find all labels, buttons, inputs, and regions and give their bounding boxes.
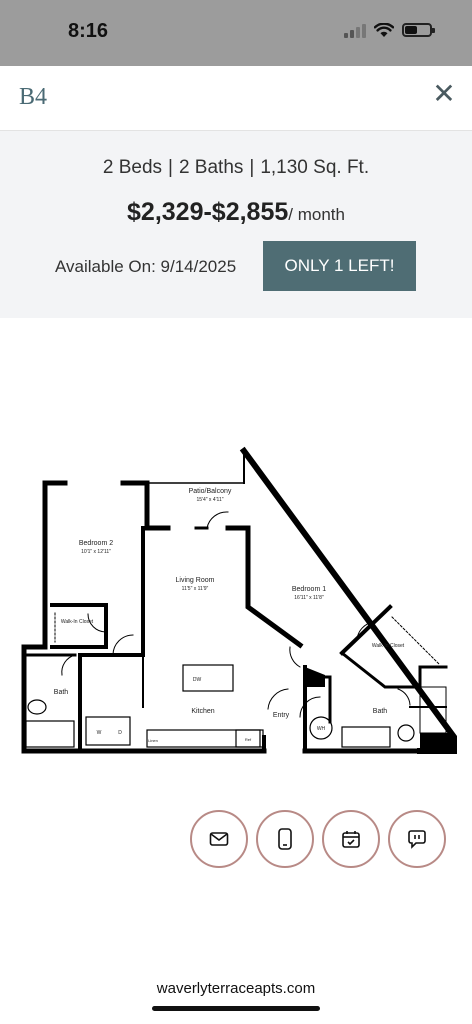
wifi-icon — [374, 22, 394, 37]
status-time: 8:16 — [68, 20, 109, 42]
close-button[interactable]: ✕ — [432, 80, 456, 108]
divider: | — [168, 157, 173, 178]
label-living-room: Living Room — [176, 577, 215, 584]
label-refrigerator: Ref — [245, 737, 252, 742]
schedule-tour-button[interactable] — [322, 810, 380, 868]
label-kitchen: Kitchen — [191, 708, 214, 715]
chat-button[interactable] — [388, 810, 446, 868]
browser-bottom-bar: waverlyterraceapts.com — [0, 966, 472, 1024]
label-patio-dim: 15'4" x 4'11" — [196, 497, 223, 503]
call-button[interactable] — [256, 810, 314, 868]
only-left-button[interactable]: ONLY 1 LEFT! — [263, 241, 416, 291]
label-linen: Linen — [148, 738, 158, 743]
floorplan-image: Patio/Balcony 15'4" x 4'11" Bedroom 2 10… — [21, 446, 457, 754]
square-footage: 1,130 Sq. Ft. — [260, 157, 370, 178]
unit-title: B4 — [19, 84, 48, 110]
floorplan-area: Patio/Balcony 15'4" x 4'11" Bedroom 2 10… — [0, 317, 472, 867]
email-icon — [209, 832, 229, 846]
floorplan-modal: B4 ✕ 2 Beds | 2 Baths | 1,130 Sq. Ft. $2,329… — [0, 66, 472, 966]
label-patio: Patio/Balcony — [189, 488, 232, 495]
label-walkin-closet-right: Walk-In Closet — [372, 643, 405, 649]
label-dishwasher: DW — [193, 677, 202, 683]
home-indicator[interactable] — [152, 1006, 320, 1011]
label-bath-left: Bath — [54, 689, 69, 696]
price-amount: $2,329-$2,855 — [127, 198, 289, 226]
unit-specs: 2 Beds | 2 Baths | 1,130 Sq. Ft. — [0, 157, 472, 179]
beds-count: 2 Beds — [102, 157, 163, 178]
label-walkin-closet-left: Walk-In Closet — [61, 619, 94, 625]
email-button[interactable] — [190, 810, 248, 868]
label-bedroom-1: Bedroom 1 — [292, 586, 326, 593]
cellular-signal-icon — [344, 22, 366, 38]
modal-header: B4 ✕ — [0, 66, 472, 131]
price-period: / month — [288, 205, 345, 224]
battery-icon — [402, 23, 435, 37]
label-bedroom-1-dim: 16'11" x 11'8" — [294, 595, 324, 601]
label-bedroom-2: Bedroom 2 — [79, 540, 113, 547]
address-bar-url[interactable]: waverlyterraceapts.com — [0, 980, 472, 997]
price-range: $2,329-$2,855/ month — [0, 198, 472, 227]
label-washer: W — [97, 730, 102, 736]
label-entry: Entry — [273, 712, 290, 719]
label-dryer: D — [118, 730, 122, 736]
label-living-room-dim: 11'5" x 11'9" — [182, 586, 209, 592]
phone-icon — [278, 828, 292, 850]
status-icons — [344, 22, 435, 38]
action-buttons — [190, 810, 446, 868]
chat-icon — [408, 830, 426, 849]
label-bedroom-2-dim: 10'1" x 12'11" — [81, 549, 111, 555]
divider: | — [249, 157, 255, 178]
calendar-icon — [342, 831, 360, 848]
status-bar: 8:16 — [0, 0, 472, 66]
baths-count: 2 Baths — [178, 157, 244, 178]
unit-summary: 2 Beds | 2 Baths | 1,130 Sq. Ft. $2,329-$2,8… — [0, 131, 472, 318]
label-bath-right: Bath — [373, 708, 388, 715]
availability-date: Available On: 9/14/2025 — [55, 257, 237, 276]
label-water-heater: WH — [317, 726, 326, 732]
